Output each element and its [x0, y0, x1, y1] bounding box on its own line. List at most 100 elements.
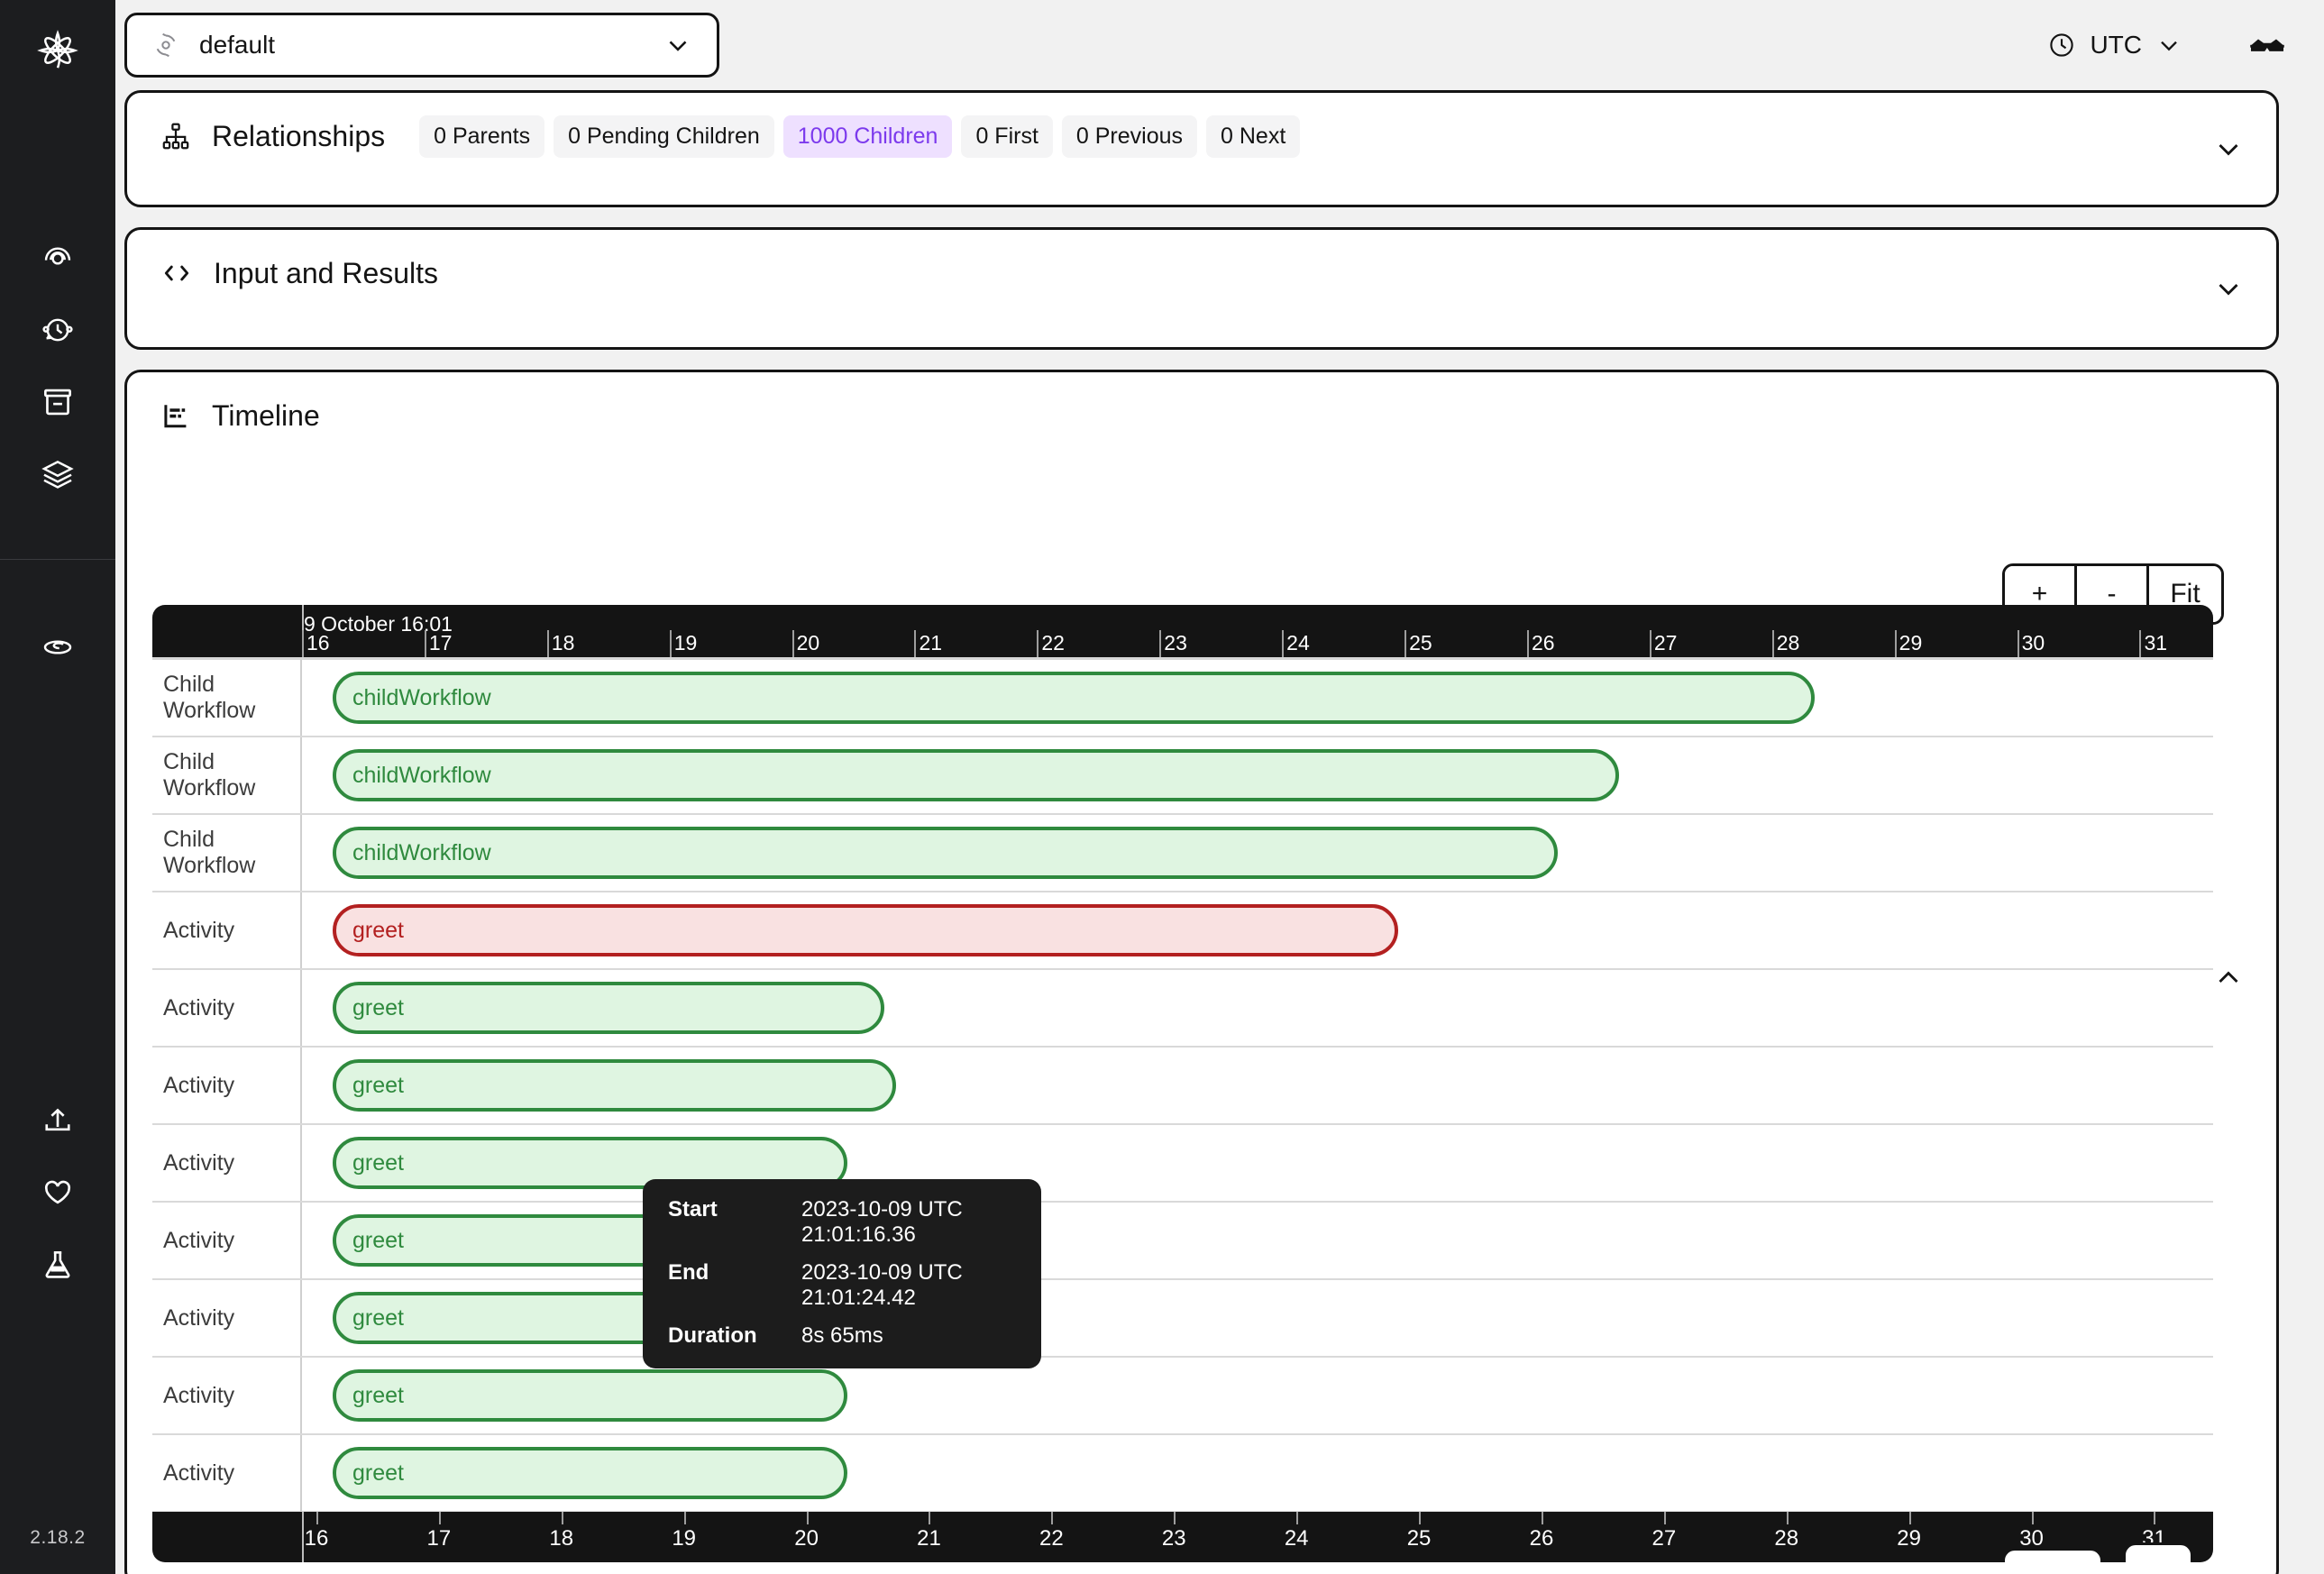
gantt-row-label: Activity	[152, 892, 302, 968]
pill-previous[interactable]: 0 Previous	[1061, 114, 1198, 158]
axis-tick	[806, 1512, 809, 1524]
gantt-top-axis-ticks: 16 17 18 19 20 21 22 23 24 25 26 27 28 29 30 31	[152, 605, 2213, 657]
axis-tick	[1404, 630, 1407, 657]
clock-icon	[2046, 30, 2077, 60]
keyboard-shortcuts-button[interactable]	[2002, 1548, 2103, 1562]
pill-pending-children[interactable]: 0 Pending Children	[554, 114, 774, 158]
gantt-row-track: greet	[302, 1125, 2213, 1201]
sidebar-item-workflows[interactable]	[32, 233, 83, 283]
relationships-header[interactable]: Relationships 0 Parents 0 Pending Childr…	[127, 93, 2276, 179]
top-bar: default UTC	[115, 0, 2324, 90]
gantt-bottom-axis: 16171819202122232425262728293031 9 Octob…	[152, 1512, 2213, 1562]
pill-parents[interactable]: 0 Parents	[419, 114, 545, 158]
namespace-value: default	[199, 31, 276, 59]
gantt-row-track: childWorkflow	[302, 660, 2213, 736]
axis-tick-label: 29	[1897, 1526, 1922, 1551]
gantt-bar-completed[interactable]: childWorkflow	[332, 749, 1619, 801]
input-and-results-panel: Input and Results	[124, 227, 2279, 350]
axis-tick-label: 18	[549, 1526, 574, 1551]
axis-tick-label: 18	[551, 631, 575, 654]
gantt-row-track: greet	[302, 1358, 2213, 1433]
pill-first[interactable]: 0 First	[961, 114, 1053, 158]
namespace-icon	[151, 30, 181, 60]
namespace-select[interactable]: default	[124, 13, 719, 78]
sidebar-item-nexus[interactable]	[32, 622, 83, 673]
axis-tick	[546, 630, 549, 657]
axis-tick	[1894, 630, 1897, 657]
gantt-row-label: Child Workflow	[152, 660, 302, 736]
sidebar-item-namespaces[interactable]	[32, 449, 83, 499]
axis-tick	[1037, 630, 1039, 657]
input-and-results-expand-chevron-down-icon[interactable]	[2211, 271, 2246, 306]
axis-tick-label: 21	[917, 1526, 941, 1551]
sidebar-item-archive[interactable]	[32, 377, 83, 427]
timeline-gantt-chart: 9 October 16:01 16 17 18 19 20 21 22 23 24 25 26 27…	[152, 605, 2213, 1562]
gantt-bar-completed[interactable]: childWorkflow	[332, 672, 1816, 724]
gantt-bar-completed[interactable]: greet	[332, 1369, 847, 1422]
sidebar-item-feedback[interactable]	[32, 1167, 83, 1218]
timeline-collapse-chevron-up-icon[interactable]	[2211, 961, 2246, 995]
sidebar-item-import[interactable]	[32, 1095, 83, 1146]
axis-tick	[1786, 1512, 1789, 1524]
axis-tick	[1296, 1512, 1299, 1524]
input-and-results-header[interactable]: Input and Results	[127, 230, 2276, 316]
axis-tick-label: 23	[1161, 1526, 1186, 1551]
axis-tick	[2017, 630, 2019, 657]
code-brackets-icon	[160, 256, 194, 290]
gantt-bar-completed[interactable]: greet	[332, 1447, 847, 1499]
axis-tick	[914, 630, 917, 657]
sunglasses-icon[interactable]	[2246, 24, 2288, 66]
chevron-down-icon	[2155, 31, 2183, 59]
tooltip-value-start: 2023-10-09 UTC 21:01:16.36	[801, 1197, 963, 1247]
axis-tick-label: 25	[1409, 631, 1432, 654]
sidebar-item-labs[interactable]	[32, 1240, 83, 1290]
left-sidebar: 2.18.2	[0, 0, 115, 1574]
gantt-bar-completed[interactable]: childWorkflow	[332, 827, 1558, 879]
gantt-row: Activity greet	[152, 1048, 2213, 1125]
axis-tick-label: 27	[1652, 1526, 1677, 1551]
sidebar-item-schedules[interactable]	[32, 305, 83, 355]
tooltip-value-duration: 8s 65ms	[801, 1323, 883, 1348]
relationships-expand-chevron-down-icon[interactable]	[2211, 132, 2246, 166]
axis-tick	[929, 1512, 931, 1524]
axis-tick-label: 16	[307, 631, 330, 654]
gantt-row-label: Child Workflow	[152, 815, 302, 891]
timezone-select[interactable]: UTC	[2034, 23, 2196, 68]
gantt-row: Child Workflow childWorkflow	[152, 815, 2213, 892]
axis-tick	[1649, 630, 1652, 657]
relationships-title: Relationships	[212, 119, 386, 152]
gantt-rows: Child Workflow childWorkflow Child Workflo…	[152, 657, 2213, 1512]
gantt-bar-completed[interactable]: greet	[332, 1059, 897, 1112]
arrow-up-icon	[2140, 1560, 2176, 1562]
tooltip-value-end: 2023-10-09 UTC 21:01:24.42	[801, 1260, 963, 1310]
gantt-top-axis: 9 October 16:01 16 17 18 19 20 21 22 23 24 25 26 27…	[152, 605, 2213, 657]
axis-tick	[1541, 1512, 1543, 1524]
scroll-to-top-button[interactable]	[2123, 1542, 2193, 1562]
gantt-row: Child Workflow childWorkflow	[152, 737, 2213, 815]
axis-tick-label: 28	[1774, 1526, 1799, 1551]
axis-tick	[1908, 1512, 1911, 1524]
axis-tick	[1051, 1512, 1054, 1524]
axis-tick	[2154, 1512, 2156, 1524]
gantt-row: Activity greet	[152, 1280, 2213, 1358]
axis-tick-label: 20	[796, 631, 820, 654]
axis-tick	[669, 630, 672, 657]
axis-tick	[561, 1512, 563, 1524]
pill-next[interactable]: 0 Next	[1206, 114, 1301, 158]
axis-tick-label: 21	[919, 631, 943, 654]
axis-tick-label: 24	[1286, 631, 1310, 654]
topbar-right-actions: UTC	[2034, 0, 2288, 90]
timeline-header[interactable]: Timeline	[127, 372, 2276, 459]
input-and-results-title: Input and Results	[214, 256, 439, 289]
temporal-logo-icon[interactable]	[32, 25, 83, 76]
gantt-bottom-axis-ticks: 16 17 18 19 20 21 22 23 24 25 26 27 28 29 30 31	[152, 1512, 2213, 1562]
pill-children[interactable]: 1000 Children	[782, 114, 953, 158]
gantt-row-track: greet	[302, 1435, 2213, 1511]
axis-tick	[1174, 1512, 1176, 1524]
axis-tick	[2139, 630, 2142, 657]
hierarchy-icon	[160, 120, 192, 152]
timezone-value: UTC	[2090, 31, 2142, 59]
gantt-bar-failed[interactable]: greet	[332, 904, 1399, 956]
gantt-bar-completed[interactable]: greet	[332, 982, 884, 1034]
axis-tick-label: 27	[1653, 631, 1678, 654]
